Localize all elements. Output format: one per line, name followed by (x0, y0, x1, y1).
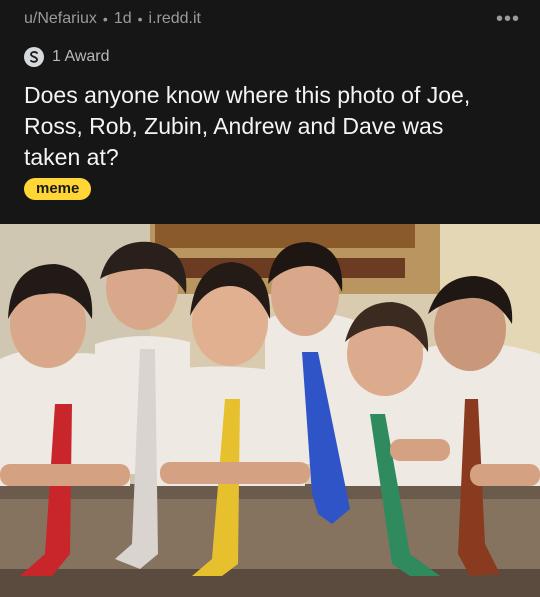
separator-dot: • (102, 11, 108, 27)
post-domain-link[interactable]: i.redd.it (149, 10, 201, 28)
post-title[interactable]: Does anyone know where this photo of Joe… (24, 80, 504, 173)
separator-dot: • (137, 11, 143, 27)
more-options-icon[interactable]: ••• (496, 8, 520, 31)
award-count: 1 Award (52, 48, 110, 65)
award-row[interactable]: 1 Award (24, 47, 110, 67)
award-icon (24, 47, 44, 67)
flair-badge[interactable]: meme (24, 178, 92, 200)
post-header: u/Nefariux • 1d • i.redd.it (24, 10, 201, 28)
post-image[interactable] (0, 224, 540, 597)
post-age: 1d (113, 10, 132, 27)
username-link[interactable]: u/Nefariux (24, 10, 97, 28)
